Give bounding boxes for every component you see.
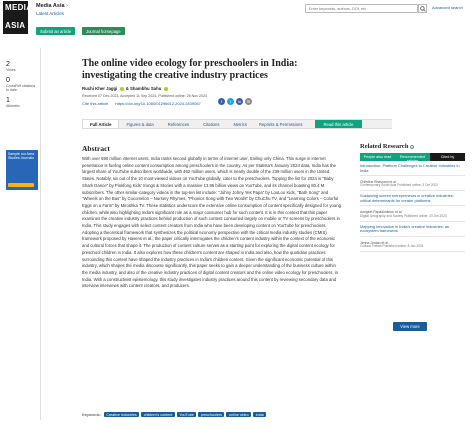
stat-views: 2 Views bbox=[6, 61, 36, 72]
ad-text: Sample our Area Studies Journals bbox=[8, 152, 35, 160]
orcid-icon[interactable] bbox=[119, 86, 124, 91]
view-more-button[interactable]: View more bbox=[393, 322, 427, 331]
tab-recommended-articles[interactable]: Recommended articles bbox=[395, 153, 430, 163]
tab-people-also-read[interactable]: People also read bbox=[360, 153, 395, 161]
crossref-count: 0 bbox=[6, 77, 10, 84]
author-list: Ruchi Kher Jaggi & Shambhu Sahu bbox=[82, 86, 169, 91]
keyword-tag[interactable]: children's content bbox=[141, 412, 175, 417]
doi-link[interactable]: https://doi.org/10.1080/01296612.2024.24… bbox=[115, 101, 200, 106]
article-stats: 2 Views 0 CrossRef citations to date 1 A… bbox=[6, 56, 36, 108]
logo-line1: MEDIA bbox=[5, 3, 33, 12]
latest-articles-link[interactable]: Latest Articles bbox=[36, 11, 64, 16]
author-1[interactable]: Ruchi Kher Jaggi bbox=[82, 86, 117, 91]
related-item-meta: Digital Geography and Society Published … bbox=[360, 213, 447, 218]
keywords-label: Keywords: bbox=[82, 412, 101, 417]
related-item: Amigeet Papadimitriou et al. Digital Geo… bbox=[360, 207, 465, 222]
related-item[interactable]: Introduction: Platform Challenges to Cre… bbox=[360, 162, 465, 177]
linkedin-icon[interactable]: in bbox=[236, 98, 243, 105]
views-count: 2 bbox=[6, 61, 10, 68]
related-item[interactable]: Sustaining screen entrepreneurs in creat… bbox=[360, 192, 465, 207]
search-input[interactable] bbox=[305, 4, 418, 13]
tab-reprints[interactable]: Reprints & Permissions bbox=[254, 120, 308, 128]
article-title: The online video ecology for preschooler… bbox=[82, 58, 298, 81]
journal-homepage-button[interactable]: Journal homepage bbox=[82, 27, 125, 35]
journal-logo[interactable]: MEDIA ASIA bbox=[3, 1, 32, 34]
search-icon bbox=[420, 6, 426, 12]
tab-metrics[interactable]: Metrics bbox=[226, 120, 254, 128]
keyword-tag[interactable]: preschoolers bbox=[198, 412, 225, 417]
related-research-panel: Related Research i People also read Reco… bbox=[360, 143, 465, 252]
related-item-meta: Cultural Trends Published online: 8 Jan … bbox=[360, 243, 424, 248]
keyword-tag[interactable]: India bbox=[253, 412, 267, 417]
tab-figures-data[interactable]: Figures & data bbox=[119, 120, 160, 128]
views-label: Views bbox=[6, 68, 16, 72]
advanced-search-link[interactable]: Advanced search bbox=[432, 5, 463, 10]
keyword-tag[interactable]: Creative industries bbox=[103, 412, 140, 417]
facebook-icon[interactable]: f bbox=[218, 98, 225, 105]
email-icon[interactable]: ✉ bbox=[245, 98, 252, 105]
tab-references[interactable]: References bbox=[161, 120, 196, 128]
search-button[interactable] bbox=[418, 4, 427, 13]
abstract-heading: Abstract bbox=[82, 144, 110, 153]
related-tabs: People also read Recommended articles Ci… bbox=[360, 153, 465, 163]
related-item-meta: Contemporary South Asia Published online… bbox=[360, 183, 438, 188]
related-item: Christine Bhavnani et al. Contemporary S… bbox=[360, 177, 465, 192]
ad-banner[interactable]: Sample our Area Studies Journals bbox=[6, 150, 38, 190]
tab-cited-by[interactable]: Cited by bbox=[430, 153, 465, 161]
cite-this-article-link[interactable]: Cite this article bbox=[82, 101, 108, 106]
author-2[interactable]: & Shambhu Sahu bbox=[126, 86, 162, 91]
journal-name-link[interactable]: Media Asia › bbox=[36, 3, 68, 9]
twitter-icon[interactable]: t bbox=[227, 98, 234, 105]
keyword-tag[interactable]: YouTube bbox=[176, 412, 197, 417]
tab-citations[interactable]: Citations bbox=[196, 120, 226, 128]
article-tabs: Full Article Figures & data References C… bbox=[82, 119, 392, 129]
abstract-text: With over 690 million internet users, In… bbox=[82, 156, 341, 289]
altmetric-label: Altmetric bbox=[6, 104, 20, 108]
related-item-title[interactable]: Introduction: Platform Challenges to Cre… bbox=[360, 163, 465, 173]
submit-article-button[interactable]: Submit an article bbox=[36, 27, 76, 35]
read-this-article-button[interactable]: Read this article bbox=[315, 120, 362, 128]
related-item-title[interactable]: Mapping Innovation in India's creative i… bbox=[360, 224, 465, 234]
publication-dates: Received 07 Dec 2023, Accepted 11 Sep 20… bbox=[82, 94, 208, 98]
journal-name: Media Asia bbox=[36, 3, 65, 9]
keyword-tag[interactable]: online video bbox=[226, 412, 252, 417]
stat-altmetric[interactable]: 1 Altmetric bbox=[6, 97, 36, 108]
stat-crossref: 0 CrossRef citations to date bbox=[6, 77, 36, 92]
top-header: MEDIA ASIA Media Asia › Latest Articles … bbox=[0, 0, 474, 35]
sidebar-divider bbox=[40, 48, 41, 420]
keywords-row: Keywords: Creative industries children's… bbox=[82, 412, 267, 417]
related-item-title[interactable]: Sustaining screen entrepreneurs in creat… bbox=[360, 193, 465, 203]
tab-full-article[interactable]: Full Article bbox=[82, 120, 120, 128]
crossref-label: CrossRef citations to date bbox=[6, 84, 36, 92]
related-item[interactable]: Mapping Innovation in India's creative i… bbox=[360, 223, 465, 237]
citation-row: Cite this article https://doi.org/10.108… bbox=[82, 101, 207, 106]
altmetric-count: 1 bbox=[6, 97, 10, 104]
info-icon[interactable]: i bbox=[410, 144, 415, 150]
orcid-icon[interactable] bbox=[163, 86, 168, 91]
chevron-right-icon: › bbox=[66, 3, 68, 9]
related-item: Jenna Jordan et al. Cultural Trends Publ… bbox=[360, 238, 465, 252]
share-icons: f t in ✉ bbox=[218, 98, 252, 105]
ad-button[interactable] bbox=[8, 183, 34, 187]
related-research-title: Related Research bbox=[360, 143, 409, 150]
logo-line2: ASIA bbox=[5, 21, 26, 30]
related-research-heading: Related Research i bbox=[360, 143, 465, 150]
